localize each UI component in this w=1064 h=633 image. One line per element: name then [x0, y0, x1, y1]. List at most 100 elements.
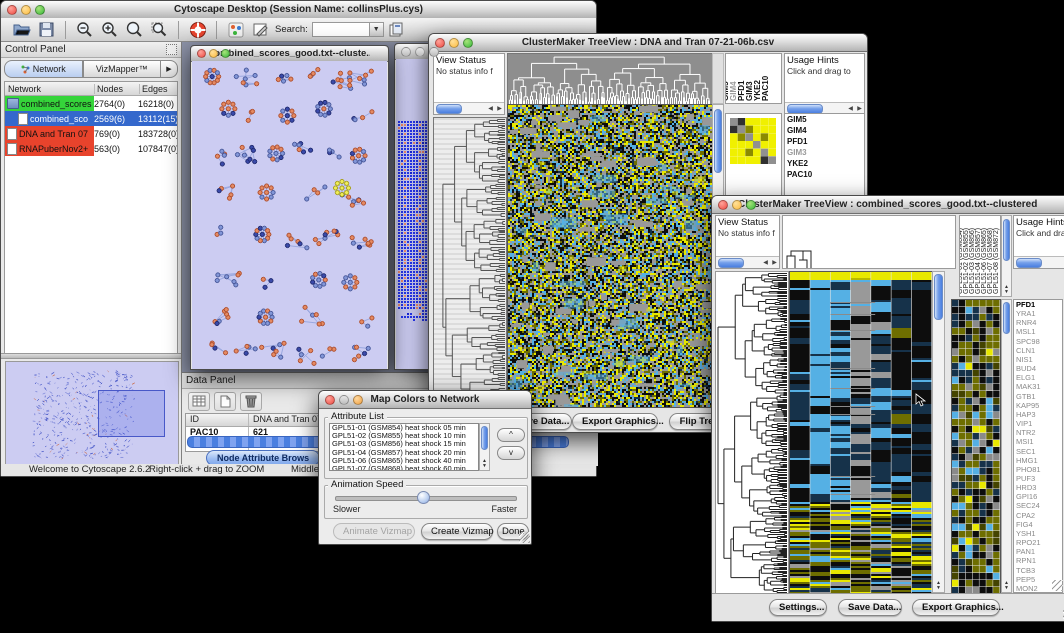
- gene-label[interactable]: GTB1: [1014, 392, 1062, 401]
- chevron-down-icon[interactable]: ▼: [369, 23, 383, 36]
- select-attributes-button[interactable]: [188, 392, 210, 411]
- close-button[interactable]: [718, 200, 728, 210]
- gene-label[interactable]: RPN1: [1014, 556, 1062, 565]
- tv2-row-dendrogram[interactable]: [715, 271, 789, 595]
- zoom-out-button[interactable]: [72, 19, 97, 41]
- close-button[interactable]: [7, 5, 17, 15]
- gene-label[interactable]: FIG4: [1014, 520, 1062, 529]
- zoom-button[interactable]: [429, 47, 439, 57]
- gene-label[interactable]: GPI16: [1014, 492, 1062, 501]
- array-column-label[interactable]: GPL51-08 (GSM872): [993, 228, 1000, 294]
- gene-label[interactable]: HMG1: [1014, 456, 1062, 465]
- gene-label[interactable]: PUF3: [1014, 474, 1062, 483]
- annotation-icon[interactable]: [248, 19, 273, 41]
- scroll-arrows-icon[interactable]: ▲▼: [480, 459, 489, 469]
- gene-label[interactable]: MAK31: [1014, 382, 1062, 391]
- float-panel-icon[interactable]: [166, 44, 177, 55]
- main-titlebar[interactable]: Cytoscape Desktop (Session Name: collins…: [1, 1, 596, 19]
- tv2-heatmap[interactable]: [789, 271, 933, 595]
- network-row[interactable]: DNA and Tran 07 769(0) 183728(0): [5, 126, 177, 141]
- gene-label[interactable]: PHO81: [1014, 465, 1062, 474]
- export-graphics-button[interactable]: Export Graphics...: [572, 413, 658, 430]
- gene-label[interactable]: SPC98: [1014, 337, 1062, 346]
- network-row[interactable]: combined_scores 2764(0) 16218(0): [5, 96, 177, 111]
- network-row[interactable]: combined_sco 2569(6) 13112(15): [5, 111, 177, 126]
- close-button[interactable]: [401, 47, 411, 57]
- gene-label[interactable]: NIS1: [1014, 355, 1062, 364]
- scroll-right-icon[interactable]: ▶: [855, 104, 864, 114]
- close-button[interactable]: [325, 395, 335, 405]
- column-header[interactable]: Network: [5, 84, 95, 94]
- search-input[interactable]: ▼: [312, 22, 384, 37]
- tv2-labels-vscrollbar[interactable]: ▲▼: [1001, 215, 1012, 297]
- zoom-button[interactable]: [463, 38, 473, 48]
- gene-label[interactable]: BUD4: [1014, 364, 1062, 373]
- gene-label[interactable]: YKE2: [785, 158, 864, 169]
- tv2-zoom-vscrollbar[interactable]: ▲▼: [1001, 299, 1012, 593]
- vizmap-icon[interactable]: [223, 19, 248, 41]
- gene-label[interactable]: YRA1: [1014, 309, 1062, 318]
- speed-slider-thumb[interactable]: [417, 491, 430, 504]
- tv2-status-hscrollbar[interactable]: ◀▶: [716, 256, 779, 268]
- gene-label[interactable]: CPA2: [1014, 511, 1062, 520]
- scroll-thumb[interactable]: [1016, 258, 1042, 268]
- gene-label[interactable]: SEC1: [1014, 447, 1062, 456]
- gene-label[interactable]: GIM3: [785, 147, 864, 158]
- scroll-right-icon[interactable]: ▶: [770, 258, 779, 268]
- scroll-thumb[interactable]: [436, 104, 462, 114]
- tv2-zoom-heatmap[interactable]: [951, 299, 1001, 595]
- treeview1-titlebar[interactable]: ClusterMaker TreeView : DNA and Tran 07-…: [429, 34, 867, 52]
- scroll-left-icon[interactable]: ◀: [486, 104, 495, 114]
- tv1-heatmap[interactable]: [507, 104, 713, 408]
- tv1-row-dendrogram[interactable]: [433, 117, 507, 408]
- attribute-list-vscrollbar[interactable]: ▲▼: [479, 423, 490, 471]
- save-session-button[interactable]: [34, 19, 59, 41]
- gene-label[interactable]: GIM4: [785, 125, 864, 136]
- scroll-thumb[interactable]: [934, 274, 943, 320]
- gene-label[interactable]: ELG1: [1014, 373, 1062, 382]
- zoom-button[interactable]: [353, 395, 363, 405]
- tv2-usage-hscrollbar[interactable]: ◀▶: [1014, 256, 1064, 268]
- gene-label[interactable]: PFD1: [1014, 300, 1062, 309]
- minimize-button[interactable]: [339, 395, 349, 405]
- scroll-thumb[interactable]: [1003, 219, 1010, 261]
- scroll-arrows-icon[interactable]: ▲▼: [933, 581, 944, 591]
- gene-label[interactable]: PFD1: [785, 136, 864, 147]
- move-down-button[interactable]: v: [497, 446, 525, 460]
- gene-label[interactable]: VIP1: [1014, 419, 1062, 428]
- open-session-button[interactable]: [9, 19, 34, 41]
- treeview2-titlebar[interactable]: ClusterMaker TreeView : combined_scores_…: [712, 196, 1064, 214]
- create-vizmap-button[interactable]: Create Vizmap: [421, 523, 493, 540]
- gene-label[interactable]: NTR2: [1014, 428, 1062, 437]
- scroll-left-icon[interactable]: ◀: [846, 104, 855, 114]
- zoom-fit-button[interactable]: [122, 19, 147, 41]
- column-header[interactable]: Edges: [140, 84, 177, 94]
- gene-label[interactable]: PAC10: [785, 169, 864, 180]
- gene-label[interactable]: TCB3: [1014, 566, 1062, 575]
- network-overview[interactable]: [5, 361, 179, 467]
- new-attribute-button[interactable]: [214, 392, 236, 411]
- close-button[interactable]: [435, 38, 445, 48]
- export-graphics-button[interactable]: Export Graphics...: [912, 599, 1000, 616]
- scroll-thumb[interactable]: [718, 258, 744, 268]
- gene-label[interactable]: YSH1: [1014, 529, 1062, 538]
- dialog-titlebar[interactable]: Map Colors to Network: [319, 391, 531, 409]
- panel-splitter[interactable]: [1, 353, 181, 359]
- zoom-button[interactable]: [746, 200, 756, 210]
- scroll-thumb[interactable]: [481, 426, 488, 450]
- tab-overflow-button[interactable]: ▶: [161, 60, 178, 78]
- tab-vizmapper[interactable]: VizMapper™: [83, 60, 162, 78]
- scroll-thumb[interactable]: [787, 104, 823, 114]
- tab-network[interactable]: Network: [4, 60, 83, 78]
- array-column-label[interactable]: PAC10: [761, 76, 770, 101]
- minimize-button[interactable]: [449, 38, 459, 48]
- network1-titlebar[interactable]: combined_scores_good.txt--cluste...: [191, 46, 388, 62]
- zoom-button[interactable]: [221, 49, 230, 58]
- panel-resize-grip[interactable]: [1052, 580, 1063, 591]
- gene-label[interactable]: MSL1: [1014, 327, 1062, 336]
- scroll-arrows-icon[interactable]: ▲▼: [1002, 581, 1011, 591]
- network-view-canvas[interactable]: [192, 61, 387, 369]
- settings-button[interactable]: Settings...: [769, 599, 827, 616]
- zoom-selected-button[interactable]: [147, 19, 172, 41]
- gene-label[interactable]: HRD3: [1014, 483, 1062, 492]
